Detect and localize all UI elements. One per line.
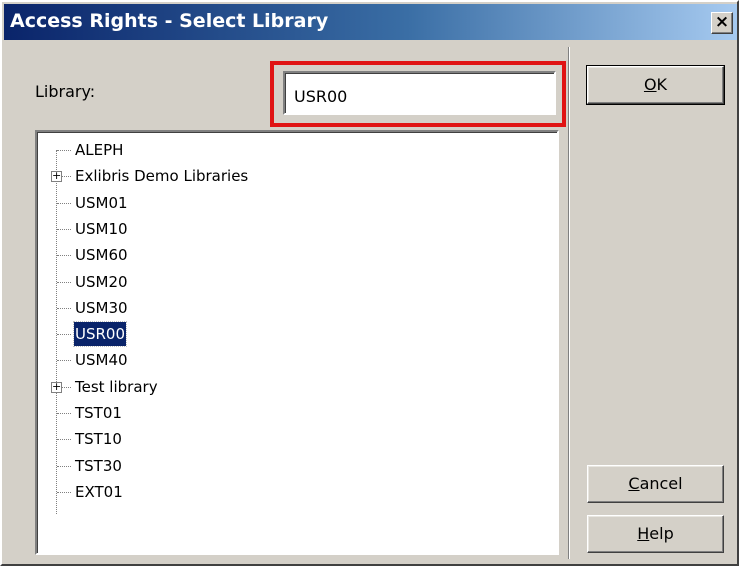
expand-icon[interactable]: +	[51, 381, 62, 393]
tree-connector	[57, 413, 71, 414]
tree-item-label: TST01	[75, 404, 122, 422]
close-button[interactable]: ×	[711, 12, 733, 34]
tree-connector	[57, 281, 71, 283]
tree-item-label: USM20	[75, 272, 128, 291]
library-input[interactable]	[283, 71, 556, 115]
library-tree[interactable]: ALEPH + Exlibris Demo Libraries USM01 USM10 U…	[35, 130, 559, 555]
expand-icon[interactable]: +	[51, 170, 62, 183]
tree-item-label: Exlibris Demo Libraries	[75, 167, 249, 186]
ok-label: K	[656, 75, 668, 94]
help-label: elp	[649, 524, 674, 543]
cancel-button[interactable]: Cancel	[587, 465, 724, 503]
ok-button[interactable]: OK	[586, 65, 725, 105]
tree-connector	[57, 465, 71, 467]
tree-connector	[57, 307, 71, 309]
help-mnemonic: H	[637, 524, 650, 543]
tree-item-label: USR00	[72, 321, 128, 348]
tree-connector	[57, 228, 71, 230]
tree-connector	[57, 150, 71, 151]
tree-connector	[57, 360, 71, 362]
ok-mnemonic: O	[643, 75, 657, 94]
dialog-window: Access Rights - Select Library × Library…	[0, 0, 739, 566]
tree-item-label: EXT01	[75, 482, 123, 501]
tree-item-label: Test library	[75, 377, 158, 396]
tree-connector-line	[56, 150, 57, 514]
tree-connector	[57, 491, 71, 493]
tree-item-label: USM10	[75, 219, 128, 238]
help-button[interactable]: Help	[587, 515, 724, 553]
tree-connector	[57, 334, 71, 336]
window-title: Access Rights - Select Library	[10, 10, 329, 32]
tree-item-label: TST30	[75, 456, 122, 475]
tree-item-label: USM60	[75, 246, 128, 265]
tree-item-label: ALEPH	[75, 141, 124, 159]
tree-connector	[57, 202, 71, 204]
tree-connector	[57, 439, 71, 441]
tree-item-label: TST10	[75, 430, 122, 449]
cancel-mnemonic: C	[628, 474, 640, 493]
tree-item-label: USM30	[75, 298, 128, 317]
tree-connector	[57, 255, 71, 257]
tree-item-label: USM01	[75, 193, 128, 212]
title-bar[interactable]: Access Rights - Select Library ×	[4, 4, 737, 40]
vertical-divider	[568, 47, 570, 559]
cancel-label: ancel	[639, 474, 683, 493]
library-label: Library:	[35, 82, 96, 101]
tree-item-label: USM40	[75, 351, 128, 370]
